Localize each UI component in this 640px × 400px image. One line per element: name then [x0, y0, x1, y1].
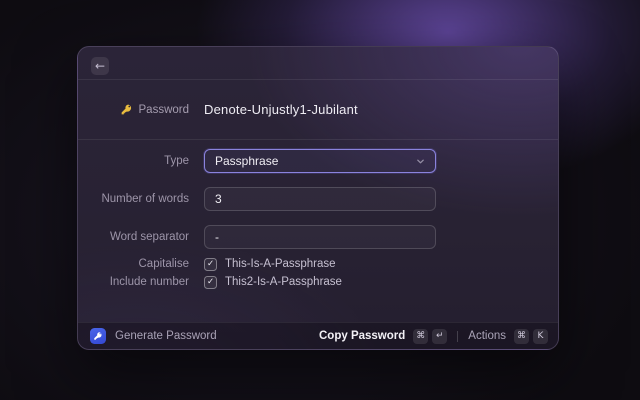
form-row-number-of-words: Number of words [78, 187, 558, 211]
checkmark-icon: ✓ [206, 276, 215, 287]
chevron-down-icon [417, 159, 424, 163]
key-glyph-icon [94, 332, 102, 340]
checkmark-icon: ✓ [206, 258, 215, 269]
form-row-include-number: Include number ✓ This2-Is-A-Passphrase [78, 275, 558, 289]
back-button[interactable]: ← [91, 57, 109, 75]
form-row-type: Type Passphrase [78, 149, 558, 173]
copy-password-label: Copy Password [319, 330, 406, 342]
password-generator-window: ← Password Denote-Unjustly1-Jubilant Typ… [77, 46, 559, 350]
form-row-capitalise: Capitalise ✓ This-Is-A-Passphrase [78, 257, 558, 271]
number-of-words-input[interactable] [204, 187, 436, 211]
include-number-checkbox[interactable]: ✓ [204, 275, 217, 289]
enter-key: ↵ [432, 328, 448, 344]
type-dropdown[interactable]: Passphrase [204, 149, 436, 173]
result-header: Password Denote-Unjustly1-Jubilant [78, 80, 558, 140]
cmd-key: ⌘ [514, 328, 529, 344]
cmd-key: ⌘ [413, 328, 429, 344]
footer-divider [457, 330, 459, 342]
app-icon [90, 328, 106, 344]
copy-password-button[interactable]: Copy Password ⌘ ↵ [319, 328, 448, 344]
action-bar: Generate Password Copy Password ⌘ ↵ Acti… [78, 322, 558, 349]
command-title: Generate Password [115, 330, 217, 342]
word-separator-input[interactable] [204, 225, 436, 249]
k-key: K [533, 328, 548, 344]
type-selected-value: Passphrase [215, 154, 279, 168]
word-separator-label: Word separator [109, 231, 189, 243]
number-of-words-label: Number of words [101, 193, 189, 205]
password-options-form: Type Passphrase Number of words Word sep… [78, 140, 558, 289]
include-number-preview-text: This2-Is-A-Passphrase [225, 276, 342, 288]
include-number-label: Include number [109, 276, 189, 288]
capitalise-preview-text: This-Is-A-Passphrase [225, 258, 336, 270]
back-arrow-icon: ← [94, 59, 106, 73]
actions-label: Actions [468, 330, 506, 342]
type-label: Type [164, 155, 189, 167]
password-label: Password [138, 103, 190, 116]
capitalise-label: Capitalise [138, 258, 190, 270]
titlebar: ← [78, 47, 558, 80]
generated-password-value: Denote-Unjustly1-Jubilant [204, 102, 358, 117]
capitalise-checkbox[interactable]: ✓ [204, 257, 217, 271]
actions-menu-button[interactable]: Actions ⌘ K [468, 328, 548, 344]
form-row-word-separator: Word separator [78, 225, 558, 249]
key-icon [121, 104, 131, 115]
